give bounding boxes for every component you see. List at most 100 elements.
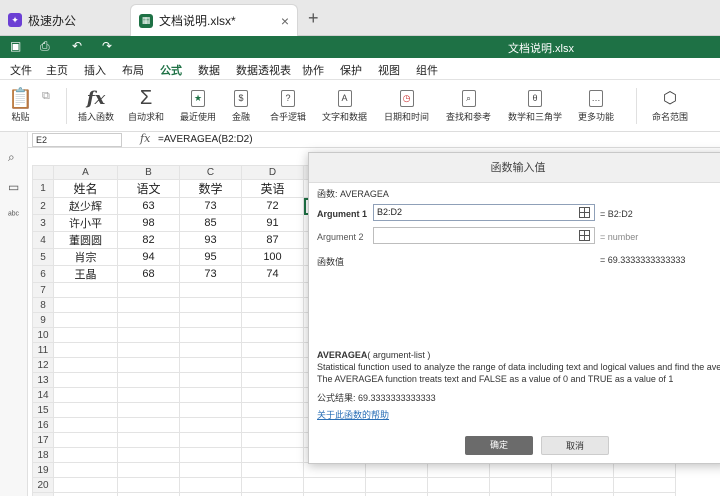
row-header[interactable]: 9 <box>32 312 54 328</box>
cell[interactable] <box>179 432 242 448</box>
argument-1-input[interactable]: B2:D2 <box>373 204 595 221</box>
cell[interactable]: 73 <box>179 265 242 283</box>
cell[interactable]: 许小平 <box>53 214 118 232</box>
cell[interactable] <box>241 387 304 403</box>
cell[interactable]: 数学 <box>179 179 242 198</box>
more-functions-button[interactable]: … 更多功能 <box>578 86 614 123</box>
cell[interactable] <box>179 387 242 403</box>
cell[interactable] <box>365 477 428 493</box>
cell[interactable] <box>53 432 118 448</box>
cell[interactable] <box>427 492 490 496</box>
cell[interactable] <box>179 357 242 373</box>
ok-button[interactable]: 确定 <box>465 436 533 455</box>
cell[interactable] <box>241 342 304 358</box>
cell[interactable]: 100 <box>241 248 304 266</box>
cell[interactable] <box>179 312 242 328</box>
cell[interactable] <box>551 462 614 478</box>
cell[interactable]: 王晶 <box>53 265 118 283</box>
cell[interactable]: 82 <box>117 231 180 249</box>
cell[interactable]: 63 <box>117 197 180 215</box>
lookup-button[interactable]: ⌕ 查找和参考 <box>446 86 491 123</box>
row-header[interactable]: 16 <box>32 417 54 433</box>
cell[interactable] <box>53 477 118 493</box>
menu-insert[interactable]: 插入 <box>84 62 106 78</box>
column-header[interactable]: A <box>53 165 118 180</box>
cell[interactable]: 英语 <box>241 179 304 198</box>
cell[interactable] <box>427 477 490 493</box>
row-header[interactable]: 5 <box>32 248 54 266</box>
text-button[interactable]: A 文字和数据 <box>322 86 367 123</box>
cell[interactable] <box>489 492 552 496</box>
math-button[interactable]: θ 数学和三角学 <box>508 86 562 123</box>
cell[interactable] <box>241 462 304 478</box>
cell[interactable] <box>179 372 242 388</box>
row-header[interactable]: 21 <box>32 492 54 496</box>
cell[interactable] <box>53 372 118 388</box>
row-header[interactable]: 10 <box>32 327 54 343</box>
cell[interactable] <box>179 417 242 433</box>
cell[interactable] <box>241 432 304 448</box>
cell[interactable] <box>427 462 490 478</box>
cell[interactable] <box>551 477 614 493</box>
cell[interactable] <box>489 477 552 493</box>
cell[interactable]: 93 <box>179 231 242 249</box>
cell[interactable] <box>117 342 180 358</box>
range-select-icon[interactable] <box>579 207 590 218</box>
cell[interactable] <box>53 447 118 463</box>
cell[interactable] <box>53 492 118 496</box>
row-header[interactable]: 4 <box>32 231 54 249</box>
cell[interactable]: 肖宗 <box>53 248 118 266</box>
cell[interactable] <box>365 462 428 478</box>
autosum-button[interactable]: Σ 自动求和 <box>128 86 164 123</box>
comment-icon[interactable]: ▭ <box>8 180 19 194</box>
cell[interactable]: 语文 <box>117 179 180 198</box>
insert-function-button[interactable]: fx 插入函数 <box>78 86 114 123</box>
cell[interactable] <box>117 312 180 328</box>
cell[interactable] <box>489 462 552 478</box>
cell[interactable] <box>117 402 180 418</box>
row-header[interactable]: 8 <box>32 297 54 313</box>
cell[interactable] <box>53 417 118 433</box>
cell[interactable]: 94 <box>117 248 180 266</box>
row-header[interactable]: 19 <box>32 462 54 478</box>
cell[interactable] <box>241 477 304 493</box>
cell[interactable] <box>53 297 118 313</box>
row-header[interactable]: 1 <box>32 179 54 198</box>
menu-file[interactable]: 文件 <box>10 62 32 78</box>
column-header[interactable]: C <box>179 165 242 180</box>
menu-layout[interactable]: 布局 <box>122 62 144 78</box>
cell[interactable] <box>303 477 366 493</box>
cell[interactable]: 73 <box>179 197 242 215</box>
cell[interactable] <box>179 462 242 478</box>
undo-icon[interactable]: ↶ <box>72 39 82 53</box>
row-header[interactable]: 3 <box>32 214 54 232</box>
range-select-icon[interactable] <box>579 230 590 241</box>
cell[interactable] <box>179 297 242 313</box>
cell[interactable] <box>53 462 118 478</box>
search-icon[interactable]: ⌕ <box>8 150 15 165</box>
cell[interactable] <box>53 357 118 373</box>
name-box[interactable]: E2 <box>32 133 122 147</box>
menu-formula[interactable]: 公式 <box>158 62 184 83</box>
row-header[interactable]: 15 <box>32 402 54 418</box>
row-header[interactable]: 11 <box>32 342 54 358</box>
cell[interactable]: 68 <box>117 265 180 283</box>
paste-button[interactable]: 📋 粘贴 <box>8 86 33 123</box>
argument-2-input[interactable] <box>373 227 595 244</box>
cancel-button[interactable]: 取消 <box>541 436 609 455</box>
cell[interactable]: 95 <box>179 248 242 266</box>
fx-icon[interactable]: fx <box>140 132 150 145</box>
cell[interactable] <box>303 462 366 478</box>
formula-input[interactable]: =AVERAGEA(B2:D2) <box>158 134 253 145</box>
menu-data[interactable]: 数据 <box>198 62 220 78</box>
cell[interactable] <box>53 342 118 358</box>
format-painter-button[interactable]: ⧉ <box>42 84 50 108</box>
menu-home[interactable]: 主页 <box>46 62 68 78</box>
named-ranges-button[interactable]: ⬡ 命名范围 <box>652 86 688 123</box>
column-header[interactable]: D <box>241 165 304 180</box>
row-header[interactable]: 18 <box>32 447 54 463</box>
cell[interactable] <box>551 492 614 496</box>
cell[interactable] <box>117 417 180 433</box>
cell[interactable] <box>613 492 676 496</box>
menu-protect[interactable]: 保护 <box>340 62 362 78</box>
